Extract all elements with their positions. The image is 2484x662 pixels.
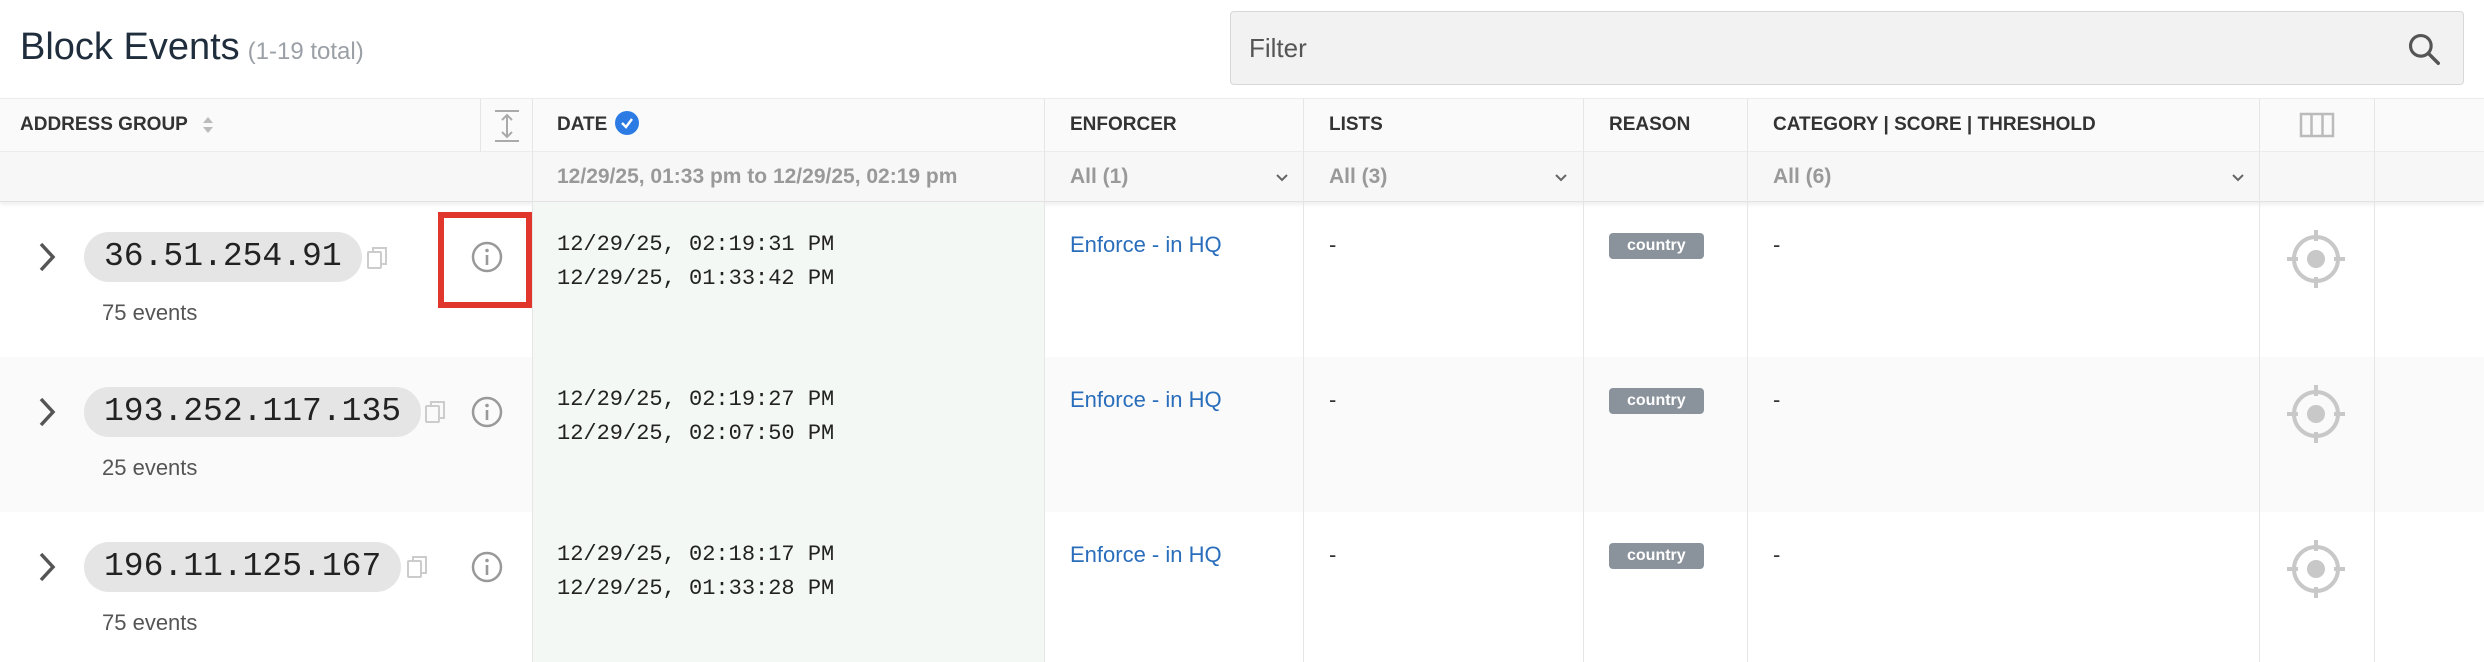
info-icon-highlight: [438, 212, 532, 308]
reason-badge: country: [1609, 543, 1704, 569]
chevron-right-icon[interactable]: [36, 395, 60, 429]
columns-icon[interactable]: [2299, 112, 2335, 138]
event-count: 75 events: [102, 300, 198, 325]
column-date[interactable]: DATE: [557, 99, 640, 151]
lists-value: -: [1329, 232, 1337, 257]
column-divider: [2259, 98, 2260, 662]
column-divider: [532, 98, 533, 662]
column-divider: [1303, 98, 1304, 662]
date-range-cell: 12/29/25, 02:19:31 PM 12/29/25, 01:33:42…: [557, 228, 834, 296]
chevron-down-icon[interactable]: [2230, 170, 2246, 186]
check-circle-icon: [615, 110, 640, 135]
column-category[interactable]: CATEGORY | SCORE | THRESHOLD: [1773, 99, 2096, 151]
column-lists[interactable]: LISTS: [1329, 99, 1383, 151]
chevron-right-icon[interactable]: [36, 550, 60, 584]
target-icon[interactable]: [2285, 383, 2347, 445]
date-first: 12/29/25, 01:33:28 PM: [557, 576, 835, 601]
target-icon[interactable]: [2285, 538, 2347, 600]
column-divider: [1747, 98, 1748, 662]
lists-filter[interactable]: All (3): [1329, 152, 1549, 202]
enforcer-link[interactable]: Enforce - in HQ: [1070, 232, 1222, 258]
ip-address-pill[interactable]: 193.252.117.135: [84, 387, 422, 437]
filter-box[interactable]: [1230, 11, 2464, 85]
enforcer-link[interactable]: Enforce - in HQ: [1070, 387, 1222, 413]
ip-address-pill[interactable]: 196.11.125.167: [84, 542, 402, 592]
reason-badge: country: [1609, 388, 1704, 414]
filter-row: 12/29/25, 01:33 pm to 12/29/25, 02:19 pm…: [0, 152, 2484, 202]
lists-value: -: [1329, 542, 1337, 567]
filter-input[interactable]: [1249, 12, 2389, 84]
date-range-filter[interactable]: 12/29/25, 01:33 pm to 12/29/25, 02:19 pm: [557, 152, 987, 202]
date-first: 12/29/25, 02:07:50 PM: [557, 421, 835, 446]
column-enforcer[interactable]: ENFORCER: [1070, 99, 1177, 151]
chevron-right-icon[interactable]: [36, 240, 60, 274]
enforcer-link[interactable]: Enforce - in HQ: [1070, 542, 1222, 568]
enforcer-filter[interactable]: All (1): [1070, 152, 1290, 202]
page-title: Block Events (1-19 total): [20, 26, 364, 69]
date-range-cell: 12/29/25, 02:19:27 PM 12/29/25, 02:07:50…: [557, 383, 834, 451]
table-row[interactable]: [0, 202, 2484, 357]
column-divider: [2374, 98, 2375, 662]
lists-value: -: [1329, 387, 1337, 412]
column-divider: [1583, 98, 1584, 662]
column-divider: [1044, 98, 1045, 662]
column-address-group[interactable]: ADDRESS GROUP: [20, 99, 215, 151]
category-value: -: [1773, 387, 1781, 412]
date-range-cell: 12/29/25, 02:18:17 PM 12/29/25, 01:33:28…: [557, 538, 834, 606]
category-filter[interactable]: All (6): [1773, 152, 2173, 202]
info-icon[interactable]: [470, 395, 504, 429]
reason-badge: country: [1609, 233, 1704, 259]
search-icon[interactable]: [2405, 30, 2443, 68]
info-icon[interactable]: [470, 550, 504, 584]
total-count: (1-19 total): [247, 38, 364, 65]
copy-icon[interactable]: [424, 400, 446, 424]
copy-icon[interactable]: [366, 246, 388, 270]
page-header: Block Events (1-19 total): [0, 0, 2484, 98]
page-title-text: Block Events: [20, 26, 240, 68]
date-first: 12/29/25, 01:33:42 PM: [557, 266, 835, 291]
date-last: 12/29/25, 02:19:27 PM: [557, 387, 835, 412]
event-count: 25 events: [102, 455, 198, 480]
chevron-down-icon[interactable]: [1553, 170, 1569, 186]
copy-icon[interactable]: [406, 555, 428, 579]
chevron-down-icon[interactable]: [1274, 170, 1290, 186]
category-value: -: [1773, 232, 1781, 257]
target-icon[interactable]: [2285, 228, 2347, 290]
ip-address-pill[interactable]: 36.51.254.91: [84, 232, 362, 282]
column-address-group-label: ADDRESS GROUP: [20, 114, 188, 135]
sort-icon[interactable]: [201, 115, 215, 135]
date-last: 12/29/25, 02:18:17 PM: [557, 542, 835, 567]
column-date-label: DATE: [557, 114, 608, 135]
category-value: -: [1773, 542, 1781, 567]
date-last: 12/29/25, 02:19:31 PM: [557, 232, 835, 257]
column-reason[interactable]: REASON: [1609, 99, 1690, 151]
event-count: 75 events: [102, 610, 198, 635]
table-header: ADDRESS GROUP DATE ENFORCER LISTS REASON…: [0, 98, 2484, 153]
expand-rows-button[interactable]: [480, 99, 532, 153]
expand-rows-icon: [495, 110, 519, 142]
